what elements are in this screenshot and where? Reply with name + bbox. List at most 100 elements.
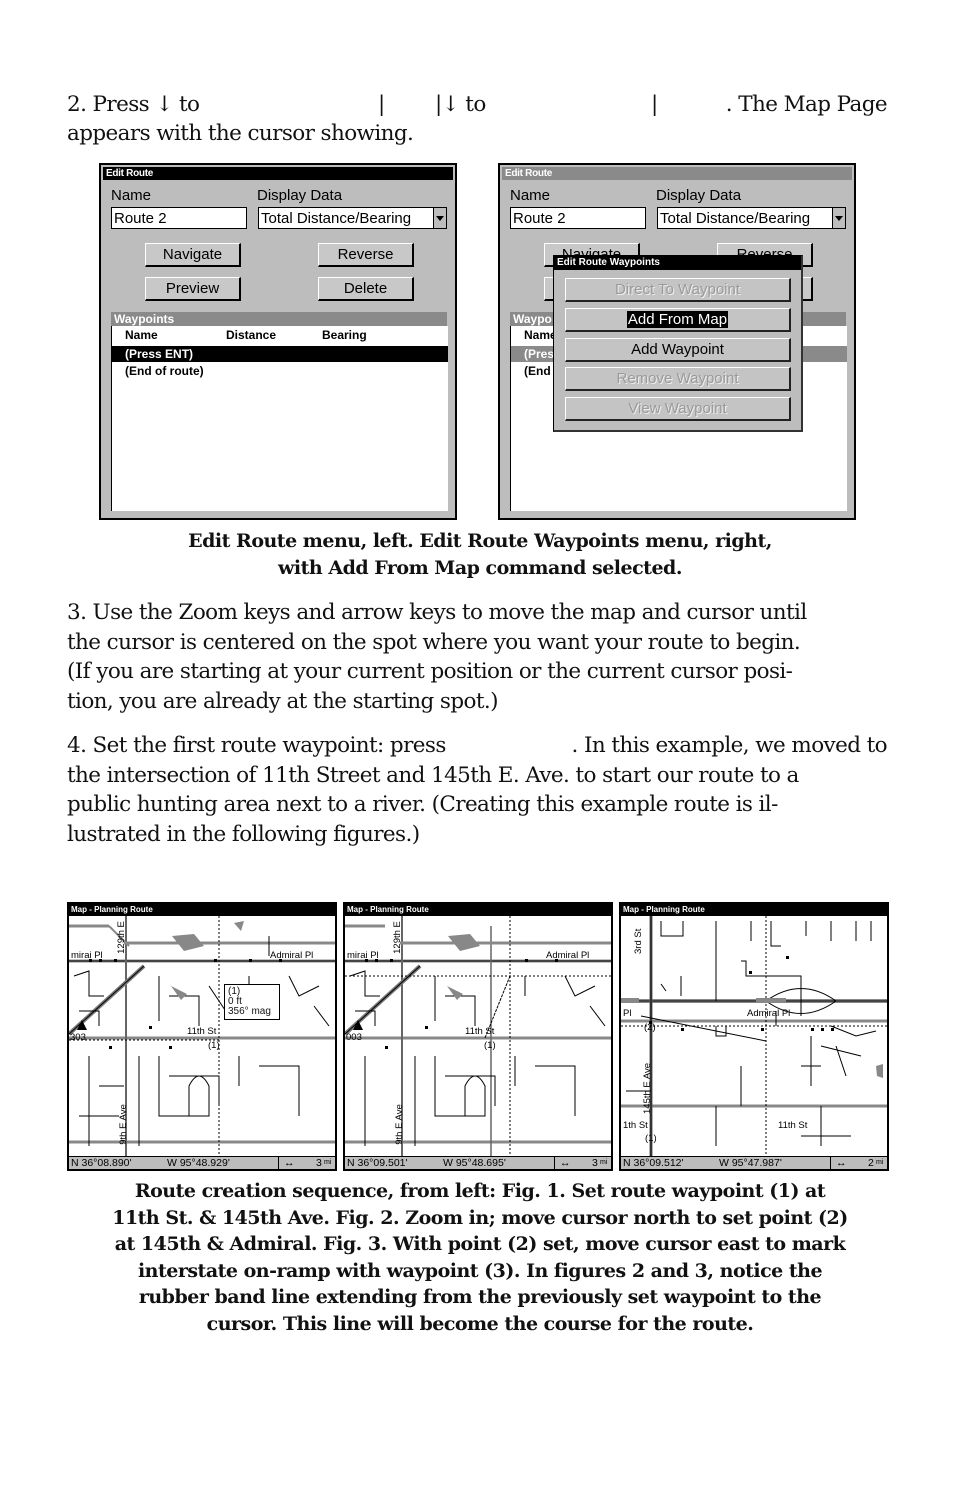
col-name: Name	[125, 328, 158, 342]
range-unit: mi	[876, 1159, 884, 1166]
remove-waypoint-button[interactable]: Remove Waypoint	[565, 367, 791, 391]
map-title: Map - Planning Route	[621, 904, 887, 916]
dropdown-arrow-icon[interactable]	[832, 208, 845, 228]
map-canvas[interactable]	[621, 916, 887, 1157]
navigate-button[interactable]: Navigate	[145, 243, 241, 267]
map-label-number: 003	[346, 1032, 362, 1043]
map-status-bar: N 36°09.501' W 95°48.695' ↔ 3 mi	[345, 1156, 611, 1169]
step3-line: 3. Use the Zoom keys and arrow keys to m…	[67, 600, 807, 625]
map-label-road: 9th E Ave	[393, 1104, 405, 1145]
map-label-road: mirai Pl	[347, 950, 379, 961]
cursor-info-box: (1) 0 ft 356° mag	[224, 984, 280, 1020]
range-value: 3	[592, 1157, 598, 1169]
caption2-line: rubber band line extending from the prev…	[138, 1286, 822, 1308]
latitude-readout: N 36°09.512'	[623, 1157, 684, 1169]
longitude-readout: W 95°48.695'	[443, 1157, 506, 1169]
map-label-road: 11th St	[187, 1026, 217, 1037]
display-data-value: Total Distance/Bearing	[261, 210, 412, 227]
delete-button[interactable]: Delete	[318, 277, 414, 301]
map-status-bar: N 36°08.890' W 95°48.929' ↔ 3 mi	[69, 1156, 335, 1169]
step2-text-a: 2. Press ↓ to	[67, 92, 200, 117]
step3-paragraph: 3. Use the Zoom keys and arrow keys to m…	[67, 598, 887, 716]
map-label-road: 129th E	[115, 921, 127, 954]
step2-line2: appears with the cursor showing.	[67, 121, 414, 146]
map-figure-1: Map - Planning Route Admiral Pl mirai Pl…	[67, 902, 337, 1171]
caption2-line: at 145th & Admiral. Fig. 3. With point (…	[114, 1233, 846, 1255]
waypoints-section-label: Waypoints	[111, 312, 447, 326]
popup-title: Edit Route Waypoints	[554, 256, 801, 270]
waypoint-marker[interactable]: (1)	[208, 1040, 220, 1051]
zoom-range-icon: ↔	[836, 1157, 847, 1169]
add-waypoint-button[interactable]: Add Waypoint	[565, 338, 791, 362]
step2-pipe-2: |	[651, 92, 658, 117]
display-data-select[interactable]: Total Distance/Bearing	[258, 207, 447, 229]
range-unit: mi	[600, 1159, 608, 1166]
reverse-button[interactable]: Reverse	[318, 243, 414, 267]
caption2-line: interstate on-ramp with waypoint (3). In…	[137, 1259, 823, 1282]
display-data-label: Display Data	[656, 187, 742, 204]
list-item[interactable]: (End of route)	[112, 363, 448, 379]
edit-route-title: Edit Route	[502, 167, 852, 180]
zoom-range-icon: ↔	[560, 1157, 571, 1169]
dropdown-arrow-icon[interactable]	[433, 208, 446, 228]
map-label-road: Admiral Pl	[546, 950, 590, 961]
edit-route-waypoints-popup: Edit Route Waypoints Direct To Waypoint …	[553, 255, 803, 432]
display-data-value: Total Distance/Bearing	[660, 210, 811, 227]
map-label-road: Pl	[623, 1008, 632, 1019]
map-label-road: Admiral Pl	[270, 950, 314, 961]
preview-button[interactable]: Preview	[145, 277, 241, 301]
step4-line: public hunting area next to a river. (Cr…	[67, 792, 778, 817]
map-status-bar: N 36°09.512' W 95°47.987' ↔ 2 mi	[621, 1156, 887, 1169]
map-label-road: 11th St	[465, 1026, 495, 1037]
display-data-select[interactable]: Total Distance/Bearing	[657, 207, 846, 229]
view-waypoint-button[interactable]: View Waypoint	[565, 397, 791, 421]
step4-line1-a: 4. Set the first route waypoint: press	[67, 733, 446, 758]
map-figure-3: Map - Planning Route Admiral Pl Pl 11th …	[619, 902, 889, 1171]
waypoints-list[interactable]: Name Distance Bearing (Press ENT) (End o…	[111, 326, 448, 511]
figure-caption-1: Edit Route menu, left. Edit Route Waypoi…	[60, 528, 900, 581]
range-value: 2	[868, 1157, 874, 1169]
edit-route-screen-with-popup: Edit Route Name Display Data Route 2 Tot…	[498, 163, 856, 520]
step2-pipe-1: |	[378, 92, 385, 117]
latitude-readout: N 36°08.890'	[71, 1157, 132, 1169]
map-label-road: 129th E	[391, 921, 403, 954]
step4-line: lustrated in the following figures.)	[67, 821, 420, 847]
map-label-road: 145th E Ave	[642, 1062, 653, 1114]
map-label-road: 1th St	[623, 1120, 648, 1131]
waypoint-marker[interactable]: (1)	[645, 1133, 657, 1144]
step2-text-b: |↓ to	[435, 92, 486, 117]
map-label-road: mirai Pl	[71, 950, 103, 961]
figure-caption-2: Route creation sequence, from left: Fig.…	[60, 1178, 900, 1337]
step4-line: the intersection of 11th Street and 145t…	[67, 762, 799, 788]
step3-line: the cursor is centered on the spot where…	[67, 629, 801, 655]
direct-to-waypoint-button[interactable]: Direct To Waypoint	[565, 278, 791, 302]
display-data-label: Display Data	[257, 187, 343, 204]
waypoint-marker[interactable]: (2)	[644, 1022, 656, 1033]
step3-line: (If you are starting at your current pos…	[67, 659, 793, 684]
map-label-road: 11th St	[778, 1120, 808, 1131]
zoom-range-icon: ↔	[284, 1157, 295, 1169]
route-name-input[interactable]: Route 2	[510, 207, 646, 229]
edit-route-screen: Edit Route Name Display Data Route 2 Tot…	[99, 163, 457, 520]
map-figure-2: Map - Planning Route Admiral Pl mirai Pl…	[343, 902, 613, 1171]
col-name: Name	[524, 328, 557, 342]
map-label-road: Admiral Pl	[747, 1008, 791, 1019]
list-item[interactable]: (Press ENT)	[112, 346, 448, 362]
map-label-number: 303	[70, 1032, 86, 1043]
waypoint-marker[interactable]: (1)	[484, 1040, 496, 1051]
range-value: 3	[316, 1157, 322, 1169]
map-label-road: 9th E Ave	[117, 1104, 129, 1145]
name-label: Name	[111, 187, 152, 204]
route-name-input[interactable]: Route 2	[111, 207, 247, 229]
caption2-line: cursor. This line will become the course…	[206, 1312, 754, 1335]
add-from-map-button[interactable]: Add From Map	[565, 308, 791, 332]
longitude-readout: W 95°47.987'	[719, 1157, 782, 1169]
latitude-readout: N 36°09.501'	[347, 1157, 408, 1169]
step4-line1-b: . In this example, we moved to	[571, 733, 887, 758]
info-line: 356° mag	[228, 1006, 271, 1017]
col-bearing: Bearing	[322, 328, 367, 342]
step4-paragraph: 4. Set the first route waypoint: press .…	[67, 731, 888, 849]
map-label-road: 3rd St	[633, 928, 644, 954]
step2-text-c: . The Map Page	[725, 92, 888, 117]
step2-paragraph: 2. Press ↓ to | |↓ to | . The Map Page a…	[67, 90, 888, 149]
